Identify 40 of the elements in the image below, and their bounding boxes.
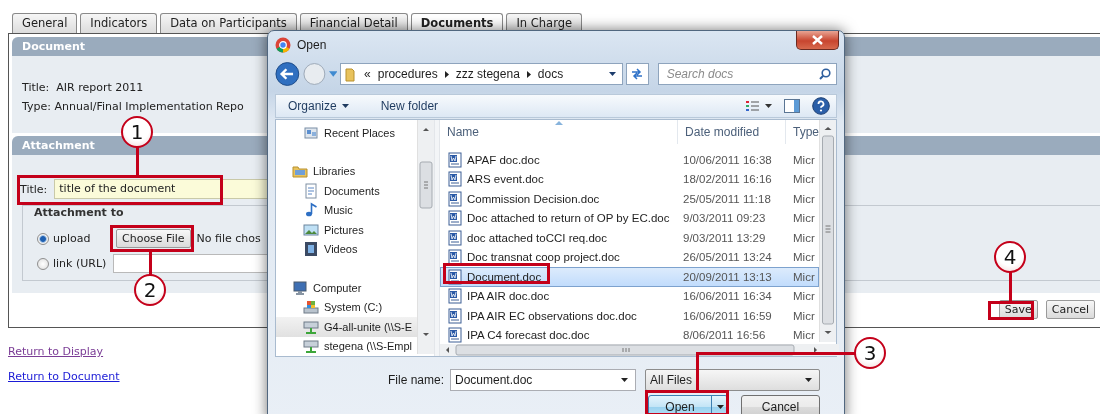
file-status-text: No file chos [196,232,261,245]
file-name: ARS event.doc [467,173,544,186]
file-date: 10/06/2011 16:38 [683,153,773,166]
file-name: Commission Decision.doc [467,192,600,205]
file-type: Micr [793,290,815,303]
dialog-title: Open [297,37,327,52]
step-marker: 3 [854,337,886,369]
file-date: 16/06/2011 16:59 [683,309,773,322]
info-text: Title: AIR report 2011 [22,80,144,95]
file-name: IPA AIR doc.doc [467,290,550,303]
option-label: upload [53,232,92,245]
file-type: Micr [793,329,815,342]
field-label: File name: [386,373,444,387]
info-text: Type: Annual/Final Implementation Repo [22,99,244,114]
file-date: 8/06/2011 16:56 [683,329,767,342]
step-marker: 2 [134,274,166,306]
file-date: 16/06/2011 16:34 [683,290,773,303]
file-type: Micr [793,231,815,244]
file-date: 9/03/2011 09:23 [683,212,767,225]
file-type: Micr [793,153,815,166]
file-type: Micr [793,212,815,225]
file-name: IPA C4 forecast doc.doc [467,329,590,342]
file-date: 9/03/2011 13:29 [683,231,767,244]
file-type: Micr [793,173,815,186]
file-type: Micr [793,270,815,283]
field-label: Title: [20,182,48,196]
file-type: Micr [793,309,815,322]
file-date: 25/05/2011 11:18 [683,192,772,205]
file-name: APAF doc.doc [467,153,540,166]
file-name: Doc attached to return of OP by EC.doc [467,212,670,225]
file-name: doc attached toCCI req.doc [467,231,607,244]
file-type: Micr [793,251,815,264]
option-label: link (URL) [53,257,108,270]
file-type: Micr [793,192,815,205]
file-date: 20/09/2011 13:13 [683,270,773,283]
file-date: 26/05/2011 13:24 [683,251,773,264]
file-date: 18/02/2011 16:16 [683,173,773,186]
file-name: Document.doc [467,270,542,283]
file-name: IPA AIR EC observations doc.doc [467,309,637,322]
file-name: Doc transnat coop project.doc [467,251,620,264]
